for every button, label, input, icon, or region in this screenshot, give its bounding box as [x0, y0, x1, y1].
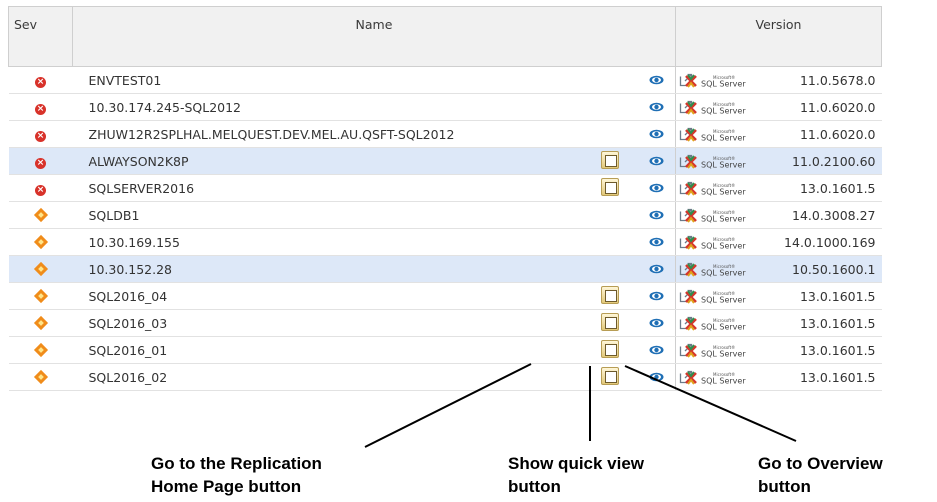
callout-quickview-line1: Show quick view — [508, 454, 645, 473]
callout-quickview-line2: button — [508, 477, 561, 496]
callout-quickview: Show quick view button — [508, 452, 644, 498]
callout-replication-line1: Go to the Replication — [151, 454, 322, 473]
callout-lines — [364, 363, 797, 448]
callout-overview: Go to Overview button — [758, 452, 883, 498]
callout-overview-line1: Go to Overview — [758, 454, 883, 473]
callout-replication-line2: Home Page button — [151, 477, 302, 496]
callout-line-replication — [364, 363, 532, 448]
callout-replication: Go to the Replication Home Page button — [151, 452, 322, 498]
callout-line-overview — [624, 365, 797, 442]
callout-overview-line2: button — [758, 477, 811, 496]
